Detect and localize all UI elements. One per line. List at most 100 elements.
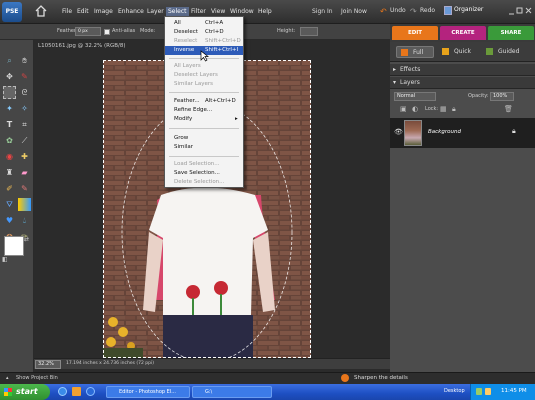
feather-input[interactable]: 0 px: [75, 27, 101, 36]
layers-title: Layers: [400, 79, 420, 86]
menu-item-deselect-layers: Deselect Layers: [174, 72, 218, 78]
menu-file[interactable]: File: [60, 7, 74, 17]
tab-quick[interactable]: Quick: [438, 46, 478, 58]
menu-item-deselect[interactable]: Deselect Ctrl+D: [165, 28, 243, 37]
menu-item-save-selection[interactable]: Save Selection...: [165, 169, 243, 178]
effects-panel-header[interactable]: ▸ Effects: [390, 64, 535, 76]
menu-item-grow[interactable]: Grow: [165, 134, 243, 143]
eyedropper-icon[interactable]: ✎: [18, 70, 31, 83]
quick-selection-icon[interactable]: ✧: [18, 102, 31, 115]
menu-item-feather[interactable]: Feather... Alt+Ctrl+D: [165, 97, 243, 106]
new-layer-icon[interactable]: ▣: [400, 105, 407, 113]
crop-tool-icon[interactable]: ⌗: [18, 118, 31, 131]
effects-title: Effects: [400, 66, 421, 73]
tab-full[interactable]: Full: [396, 46, 434, 58]
height-input[interactable]: [300, 27, 318, 36]
status-bar: 32.2% 17.194 inches x 24.736 inches (72 …: [34, 358, 390, 369]
lasso-tool-icon[interactable]: ᘓ: [18, 86, 31, 99]
menu-help[interactable]: Help: [256, 7, 274, 17]
sign-in-link[interactable]: Sign In: [312, 8, 333, 15]
zoom-field[interactable]: 32.2%: [35, 360, 61, 369]
opacity-input[interactable]: 100%: [490, 92, 514, 101]
menu-item-all[interactable]: All Ctrl+A: [165, 19, 243, 28]
tab-quick-label: Quick: [454, 48, 471, 55]
project-bin-arrow-icon[interactable]: ▴: [6, 375, 9, 381]
menu-layer[interactable]: Layer: [145, 7, 166, 17]
windows-logo-icon: [4, 388, 12, 396]
lock-transparency-icon[interactable]: ▦: [440, 105, 447, 113]
tab-edit[interactable]: EDIT: [392, 26, 438, 40]
brush-tool-icon[interactable]: ✐: [3, 182, 16, 195]
shape-tool-icon[interactable]: ♥: [3, 214, 16, 227]
menu-item-similar[interactable]: Similar: [165, 143, 243, 152]
paint-bucket-icon[interactable]: ⛛: [3, 198, 16, 211]
tab-full-label: Full: [413, 49, 424, 56]
menu-shortcut: Ctrl+D: [205, 29, 224, 35]
menu-item-modify[interactable]: Modify ▸: [165, 115, 243, 124]
organizer-button[interactable]: Organizer: [454, 6, 483, 13]
start-button[interactable]: start: [0, 384, 50, 400]
layer-row-background[interactable]: 👁︎ Background 🔒︎: [390, 118, 535, 148]
menu-enhance[interactable]: Enhance: [116, 7, 146, 17]
submenu-arrow-icon: ▸: [235, 116, 238, 122]
join-now-link[interactable]: Join Now: [341, 8, 367, 15]
show-project-bin-button[interactable]: Show Project Bin: [16, 375, 58, 381]
adjustment-layer-icon[interactable]: ◐: [412, 105, 418, 113]
trash-icon[interactable]: 🗑︎: [504, 105, 513, 113]
foreground-color-swatch[interactable]: [4, 236, 24, 256]
clone-stamp-icon[interactable]: ♜: [3, 166, 16, 179]
menu-item-label: Modify: [174, 116, 193, 122]
tray-volume-icon[interactable]: [485, 388, 491, 395]
menu-item-label: Reselect: [174, 38, 198, 44]
magic-wand-icon[interactable]: ✦: [3, 102, 16, 115]
menu-item-similar-layers: Similar Layers: [174, 81, 214, 87]
move-tool-icon[interactable]: ✥: [3, 70, 16, 83]
menu-image[interactable]: Image: [92, 7, 115, 17]
marquee-tool-icon[interactable]: [3, 86, 16, 99]
lock-all-icon[interactable]: 🔒︎: [452, 105, 456, 114]
organizer-icon[interactable]: [444, 6, 452, 15]
toolbox: ⌕ ✋︎ ✥ ✎ ᘓ ✦ ✧ T ⌗ ✿ ⟋ ◉ ✚ ♜ ▰ ✐ ✎ ⛛ ♥ 💧…: [0, 40, 34, 372]
cookie-cutter-icon[interactable]: ✿: [3, 134, 16, 147]
tab-guided[interactable]: Guided: [482, 46, 528, 58]
redo-icon[interactable]: ↷: [410, 7, 417, 16]
blend-mode-select[interactable]: Normal: [394, 92, 436, 101]
menu-edit[interactable]: Edit: [75, 7, 91, 17]
straighten-tool-icon[interactable]: ⟋: [18, 134, 31, 147]
tray-network-icon[interactable]: [476, 388, 482, 395]
full-icon: [401, 49, 408, 56]
lock-label: Lock:: [425, 106, 439, 112]
menu-item-all-layers: All Layers: [174, 63, 201, 69]
red-eye-icon[interactable]: ◉: [3, 150, 16, 163]
layers-panel-header[interactable]: ▾ Layers: [390, 77, 535, 89]
antialias-checkbox[interactable]: [104, 29, 110, 35]
zoom-tool-icon[interactable]: ⌕: [3, 54, 16, 67]
swap-colors-icon[interactable]: ⇄: [24, 236, 29, 243]
undo-button[interactable]: Undo: [390, 7, 406, 14]
visibility-eye-icon[interactable]: 👁︎: [394, 128, 403, 136]
window-controls[interactable]: [507, 5, 533, 17]
taskbar-photoshop-editor[interactable]: Editor - Photoshop El...: [106, 386, 190, 398]
taskbar-folder-g[interactable]: G:\: [192, 386, 272, 398]
menu-item-refine-edge[interactable]: Refine Edge...: [165, 106, 243, 115]
smart-brush-icon[interactable]: ✎: [18, 182, 31, 195]
clock: 11:45 PM: [501, 388, 527, 394]
healing-brush-icon[interactable]: ✚: [18, 150, 31, 163]
redo-button[interactable]: Redo: [420, 7, 435, 14]
eraser-icon[interactable]: ▰: [18, 166, 31, 179]
gradient-tool-icon[interactable]: [18, 198, 31, 211]
media-player-icon[interactable]: [86, 387, 95, 396]
hand-tool-icon[interactable]: ✋︎: [18, 54, 31, 67]
home-icon[interactable]: [34, 4, 48, 18]
ie-icon[interactable]: [58, 387, 67, 396]
blur-tool-icon[interactable]: 💧︎: [18, 214, 31, 227]
desktop-toolbar-label[interactable]: Desktop: [444, 388, 465, 394]
document-title: L1050161.jpg @ 32.2% (RGB/8): [38, 43, 126, 49]
default-colors-icon[interactable]: ◧: [2, 256, 8, 263]
type-tool-icon[interactable]: T: [3, 118, 16, 131]
folder-icon[interactable]: [72, 387, 81, 396]
menu-item-label: All: [174, 20, 181, 26]
tab-share[interactable]: SHARE: [488, 26, 534, 40]
tab-create[interactable]: CREATE: [440, 26, 486, 40]
undo-icon[interactable]: ↶: [380, 7, 387, 16]
